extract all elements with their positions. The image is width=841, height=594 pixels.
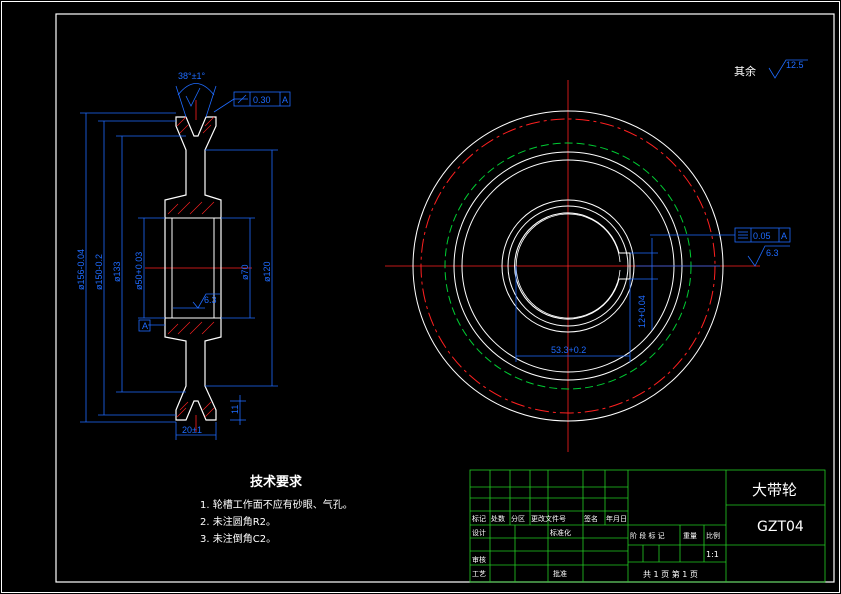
- section-view: 38°±1° 0.30 A A 6.3 ø156-0.04 ø150-0.2 ø…: [76, 71, 291, 440]
- tech-req-title: 技术要求: [250, 474, 303, 490]
- tb-row-mark: 标记: [472, 514, 486, 523]
- tb-row-zone: 分区: [511, 514, 525, 523]
- flatness-datum: A: [282, 95, 288, 105]
- flatness-tol: 0.30: [253, 95, 271, 105]
- stage-label: 阶 段 标 记: [630, 531, 665, 540]
- tb-design: 设计: [472, 528, 486, 537]
- dim-dia133: ø133: [112, 261, 122, 282]
- part-name: 大带轮: [752, 481, 797, 499]
- groove-roughness-symbol: [185, 87, 201, 107]
- weight-label: 重量: [683, 532, 697, 540]
- tech-req-item-2: 2. 未注圆角R2。: [200, 515, 276, 528]
- sheet-info: 共 1 页 第 1 页: [643, 569, 698, 579]
- section-hatching: [167, 116, 215, 418]
- roughness-note-label: 其余: [734, 64, 756, 78]
- dim-dia120: ø120: [262, 261, 272, 282]
- datum-a-label: A: [142, 321, 148, 331]
- tb-row-count: 处数: [491, 514, 505, 523]
- tb-process: 工艺: [472, 570, 486, 578]
- dim-key-depth: 12+0.04: [637, 295, 647, 328]
- bore-roughness: 6.3: [204, 295, 217, 305]
- roughness-note-value: 12.5: [786, 60, 804, 70]
- tech-req-item-1: 1. 轮槽工作面不应有砂眼、气孔。: [200, 498, 353, 511]
- dim-groove-depth: 11: [230, 405, 240, 414]
- tech-req-item-3: 3. 未注倒角C2。: [200, 532, 276, 545]
- dim-dia150: ø150-0.2: [94, 254, 104, 290]
- tb-row-sign: 签名: [584, 514, 598, 523]
- dim-dia70: ø70: [240, 264, 250, 280]
- right-dim-lines: [515, 234, 790, 362]
- keyway-roughness: 6.3: [766, 248, 779, 258]
- left-dim-lines: [80, 83, 278, 440]
- tb-approve: 批准: [553, 569, 567, 578]
- tb-row-date: 年月日: [606, 514, 627, 523]
- dim-dia156: ø156-0.04: [76, 249, 86, 290]
- tb-review: 审核: [472, 555, 486, 564]
- dim-dia50: ø50+0.03: [134, 252, 144, 290]
- pulley-profile: [164, 116, 222, 421]
- front-view: 0.05 A 6.3 53.3+0.2 12+0.04: [385, 80, 791, 452]
- tb-std: 标准化: [550, 528, 571, 537]
- drawing-number: GZT04: [757, 519, 804, 535]
- scale-value: 1:1: [706, 550, 719, 559]
- outer-border: [1, 1, 840, 593]
- drawing-canvas: 38°±1° 0.30 A A 6.3 ø156-0.04 ø150-0.2 ø…: [1, 1, 840, 593]
- ratio-label: 比例: [706, 531, 720, 540]
- dim-width: 20±1: [182, 425, 202, 435]
- groove-angle-label: 38°±1°: [178, 71, 206, 81]
- dim-keyway-width: 53.3+0.2: [551, 345, 586, 355]
- symmetry-tol: 0.05: [753, 231, 771, 241]
- tb-row-doc: 更改文件号: [531, 514, 566, 523]
- symmetry-datum: A: [781, 231, 787, 241]
- inner-frame: [55, 13, 835, 583]
